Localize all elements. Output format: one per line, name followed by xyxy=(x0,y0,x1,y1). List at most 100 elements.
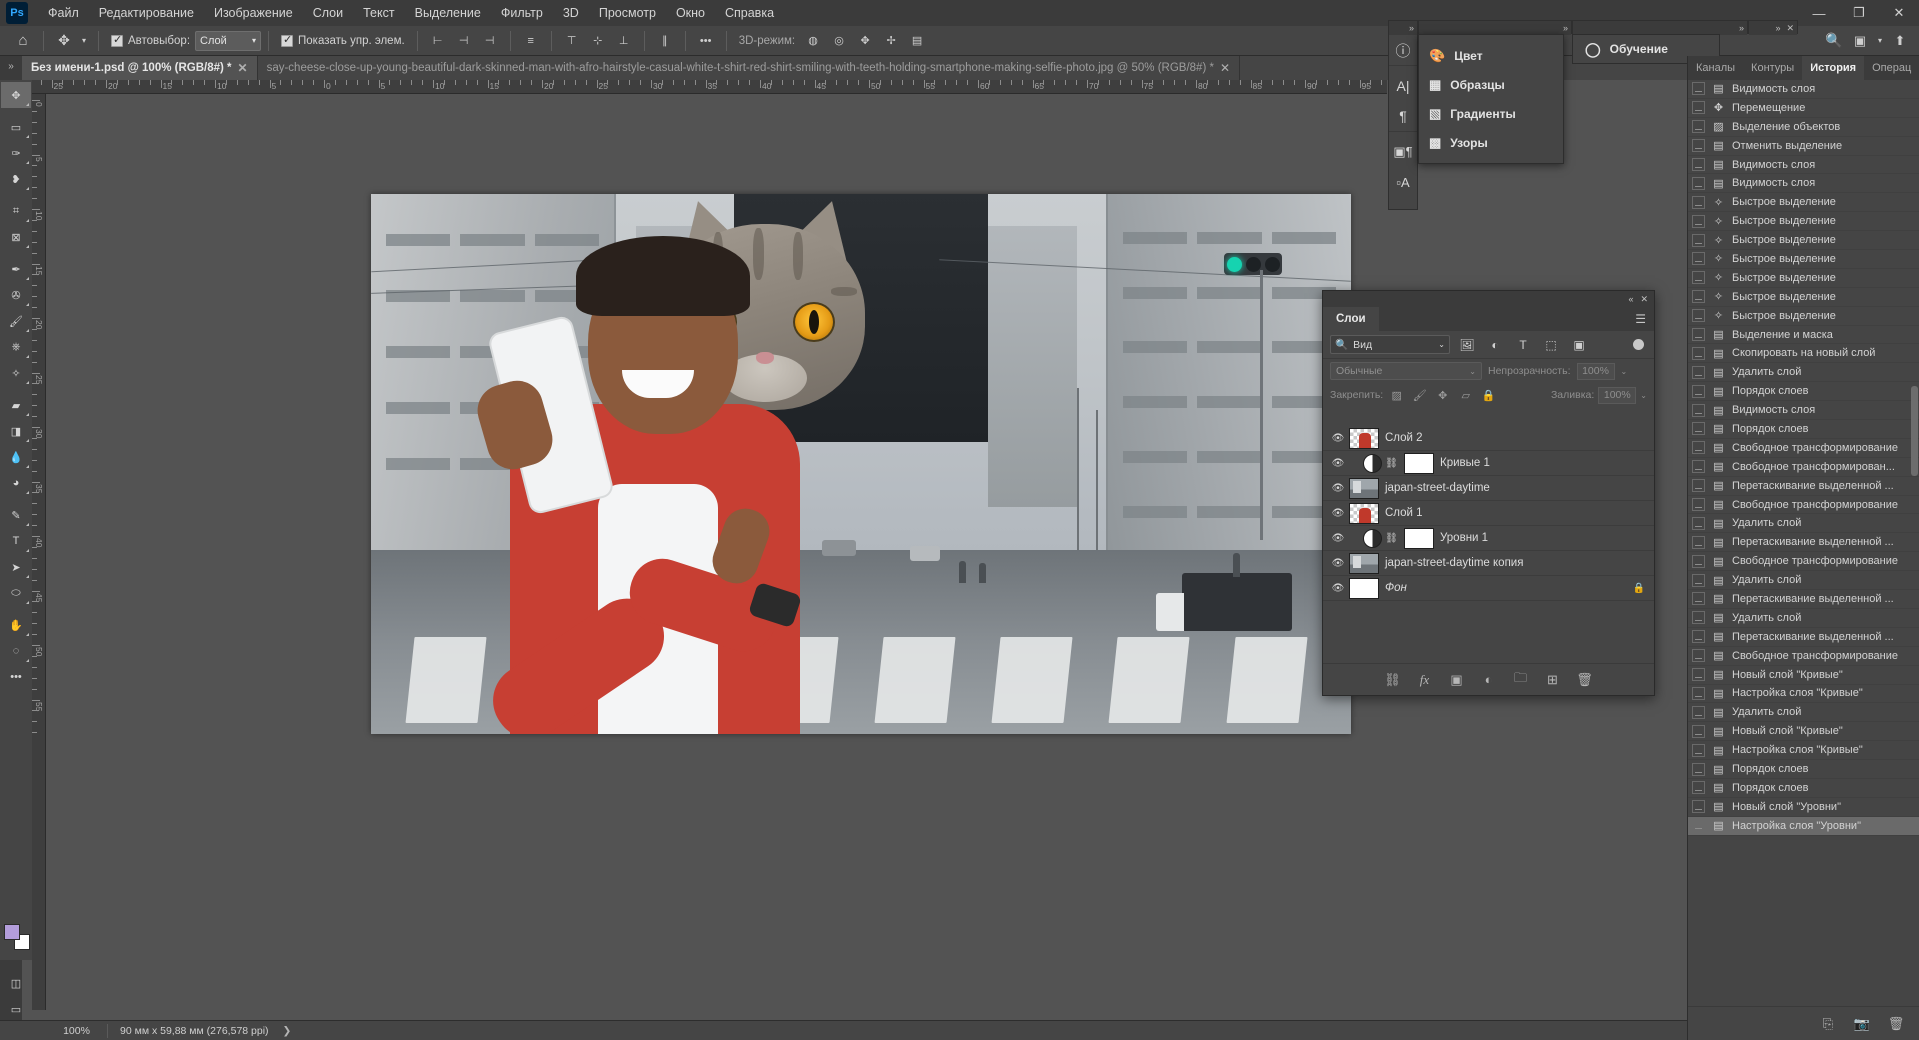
align-center-h-icon[interactable]: ⊣ xyxy=(451,29,477,53)
paragraph-icon[interactable]: ¶ xyxy=(1389,101,1417,131)
menu-item-1[interactable]: Редактирование xyxy=(89,0,204,26)
align-top-icon[interactable]: ⊤ xyxy=(559,29,585,53)
layer-thumbnail[interactable] xyxy=(1349,552,1379,574)
maximize-button[interactable]: ❐ xyxy=(1839,0,1879,26)
history-brush-source-box[interactable] xyxy=(1692,158,1705,171)
history-brush-source-box[interactable] xyxy=(1692,120,1705,134)
history-state-row[interactable]: ▤ Видимость слоя xyxy=(1688,156,1919,175)
type-filter-icon[interactable]: T xyxy=(1512,335,1534,355)
history-brush-source-box[interactable] xyxy=(1692,422,1705,436)
more-tools-icon[interactable]: ••• xyxy=(1,664,31,690)
quick-mask-icon[interactable]: ◫ xyxy=(1,970,31,996)
history-brush-source-box[interactable] xyxy=(1692,384,1705,398)
blend-mode-select[interactable]: Обычные ⌄ xyxy=(1330,362,1482,380)
history-brush-source-box[interactable] xyxy=(1692,233,1705,247)
history-state-row[interactable]: ▤ Настройка слоя "Уровни" xyxy=(1688,816,1919,836)
adjustment-filter-icon[interactable]: ◐ xyxy=(1484,335,1506,355)
chevron-expand-icon[interactable]: » xyxy=(1739,23,1744,33)
menu-item-7[interactable]: 3D xyxy=(553,0,589,26)
adjustment-layer-icon[interactable] xyxy=(1363,453,1382,473)
history-state-row[interactable]: ▤ Выделение и маска xyxy=(1688,326,1919,345)
dodge-tool-icon[interactable]: ◕ xyxy=(1,470,31,496)
search-icon[interactable]: 🔍 xyxy=(1821,29,1847,53)
tab-layers[interactable]: Слои xyxy=(1323,307,1379,331)
chevron-down-icon[interactable]: ▾ xyxy=(1873,29,1887,53)
pen-tool-icon[interactable]: ✎ xyxy=(1,502,31,528)
panel-menu-icon[interactable]: ☰ xyxy=(1627,307,1654,331)
brush-tool-icon[interactable]: 🖌 xyxy=(1,308,31,334)
flyout-item-color[interactable]: 🎨 Цвет xyxy=(1419,41,1563,70)
history-state-row[interactable]: ▤ Скопировать на новый слой xyxy=(1688,344,1919,364)
tab-история[interactable]: История xyxy=(1802,56,1865,80)
history-state-row[interactable]: ▤ Удалить слой xyxy=(1688,703,1919,723)
history-state-row[interactable]: ✧ Быстрое выделение xyxy=(1688,250,1919,269)
layer-thumbnail[interactable] xyxy=(1349,502,1379,524)
history-state-row[interactable]: ✧ Быстрое выделение xyxy=(1688,231,1919,251)
show-transform-controls-checkbox[interactable]: Показать упр. элем. xyxy=(276,33,410,47)
slide-3d-icon[interactable]: ✢ xyxy=(878,29,904,53)
layer-visibility-eye-icon[interactable]: 👁 xyxy=(1327,458,1349,469)
adjustment-layer-icon[interactable] xyxy=(1363,528,1382,548)
history-state-row[interactable]: ▤ Порядок слоев xyxy=(1688,382,1919,402)
history-state-row[interactable]: ✧ Быстрое выделение xyxy=(1688,212,1919,232)
distribute-h-icon[interactable]: ≡ xyxy=(518,29,544,53)
chevron-down-icon[interactable]: ⌄ xyxy=(1640,391,1647,400)
eyedropper-tool-icon[interactable]: ✒ xyxy=(1,256,31,282)
tab-контуры[interactable]: Контуры xyxy=(1743,56,1802,80)
layer-filter-select[interactable]: 🔍 Вид ⌄ xyxy=(1330,335,1450,354)
history-state-row[interactable]: ▤ Удалить слой xyxy=(1688,571,1919,591)
layer-row[interactable]: 👁 Фон 🔒 xyxy=(1323,576,1654,601)
type-tool-icon[interactable]: T xyxy=(1,528,31,554)
history-brush-source-box[interactable] xyxy=(1692,460,1705,474)
align-center-v-icon[interactable]: ⊹ xyxy=(585,29,611,53)
learn-header[interactable]: » xyxy=(1573,21,1747,35)
history-brush-source-box[interactable] xyxy=(1692,668,1705,682)
history-brush-source-box[interactable] xyxy=(1692,214,1705,228)
menu-item-2[interactable]: Изображение xyxy=(204,0,303,26)
layer-visibility-eye-icon[interactable]: 👁 xyxy=(1327,483,1349,494)
history-brush-source-box[interactable] xyxy=(1692,573,1705,587)
link-layers-icon[interactable]: ⛓ xyxy=(1384,672,1402,688)
layers-panel-titlebar[interactable]: « ✕ xyxy=(1323,291,1654,307)
history-state-row[interactable]: ▤ Видимость слоя xyxy=(1688,80,1919,99)
history-state-row[interactable]: ▤ Отменить выделение xyxy=(1688,137,1919,156)
expand-panels-icon[interactable]: » xyxy=(0,56,22,72)
healing-brush-tool-icon[interactable]: ✇ xyxy=(1,282,31,308)
align-left-icon[interactable]: ⊢ xyxy=(425,29,451,53)
history-brush-source-box[interactable] xyxy=(1692,611,1705,625)
close-button[interactable]: ✕ xyxy=(1879,0,1919,26)
lock-image-icon[interactable]: 🖌 xyxy=(1410,386,1429,404)
clone-stamp-tool-icon[interactable]: ⎈ xyxy=(1,334,31,360)
menu-item-5[interactable]: Выделение xyxy=(405,0,491,26)
layer-mask-thumbnail[interactable] xyxy=(1404,452,1434,474)
history-brush-source-box[interactable] xyxy=(1692,479,1705,493)
history-state-row[interactable]: ▤ Порядок слоев xyxy=(1688,779,1919,798)
history-state-row[interactable]: ▤ Настройка слоя "Кривые" xyxy=(1688,685,1919,704)
history-brush-source-box[interactable] xyxy=(1692,271,1705,285)
eraser-tool-icon[interactable]: ▰ xyxy=(1,392,31,418)
shape-filter-icon[interactable]: ⬚ xyxy=(1540,335,1562,355)
autoselect-target-select[interactable]: Слой ▾ xyxy=(195,30,262,51)
history-state-row[interactable]: ▤ Свободное трансформирование xyxy=(1688,496,1919,515)
menu-item-0[interactable]: Файл xyxy=(38,0,89,26)
history-brush-source-box[interactable] xyxy=(1692,309,1705,323)
history-brush-source-box[interactable] xyxy=(1692,686,1705,700)
character-icon[interactable]: A| xyxy=(1389,71,1417,101)
history-brush-source-box[interactable] xyxy=(1692,290,1705,304)
history-state-row[interactable]: ▤ Новый слой "Уровни" xyxy=(1688,798,1919,817)
layer-list[interactable]: 👁 Слой 2 👁 ⛓ Кривые 1 👁 japan-street-daytime 👁 С… xyxy=(1323,426,1654,663)
menu-item-3[interactable]: Слои xyxy=(303,0,353,26)
delete-state-icon[interactable]: 🗑 xyxy=(1887,1016,1905,1032)
history-state-row[interactable]: ▤ Удалить слой xyxy=(1688,363,1919,383)
layer-row[interactable]: 👁 ⛓ Кривые 1 xyxy=(1323,451,1654,476)
quick-selection-tool-icon[interactable]: ❥ xyxy=(1,166,31,192)
workspace-icon[interactable]: ▣ xyxy=(1847,29,1873,53)
layer-visibility-eye-icon[interactable]: 👁 xyxy=(1327,558,1349,569)
chevron-expand-icon[interactable]: » xyxy=(1409,23,1414,33)
character-styles-icon[interactable]: ▫A xyxy=(1389,167,1417,197)
history-state-row[interactable]: ▤ Перетаскивание выделенной ... xyxy=(1688,533,1919,553)
layer-mask-thumbnail[interactable] xyxy=(1404,527,1434,549)
history-state-row[interactable]: ▤ Порядок слоев xyxy=(1688,760,1919,779)
history-state-row[interactable]: ▤ Перетаскивание выделенной ... xyxy=(1688,590,1919,609)
history-brush-source-box[interactable] xyxy=(1692,139,1705,153)
